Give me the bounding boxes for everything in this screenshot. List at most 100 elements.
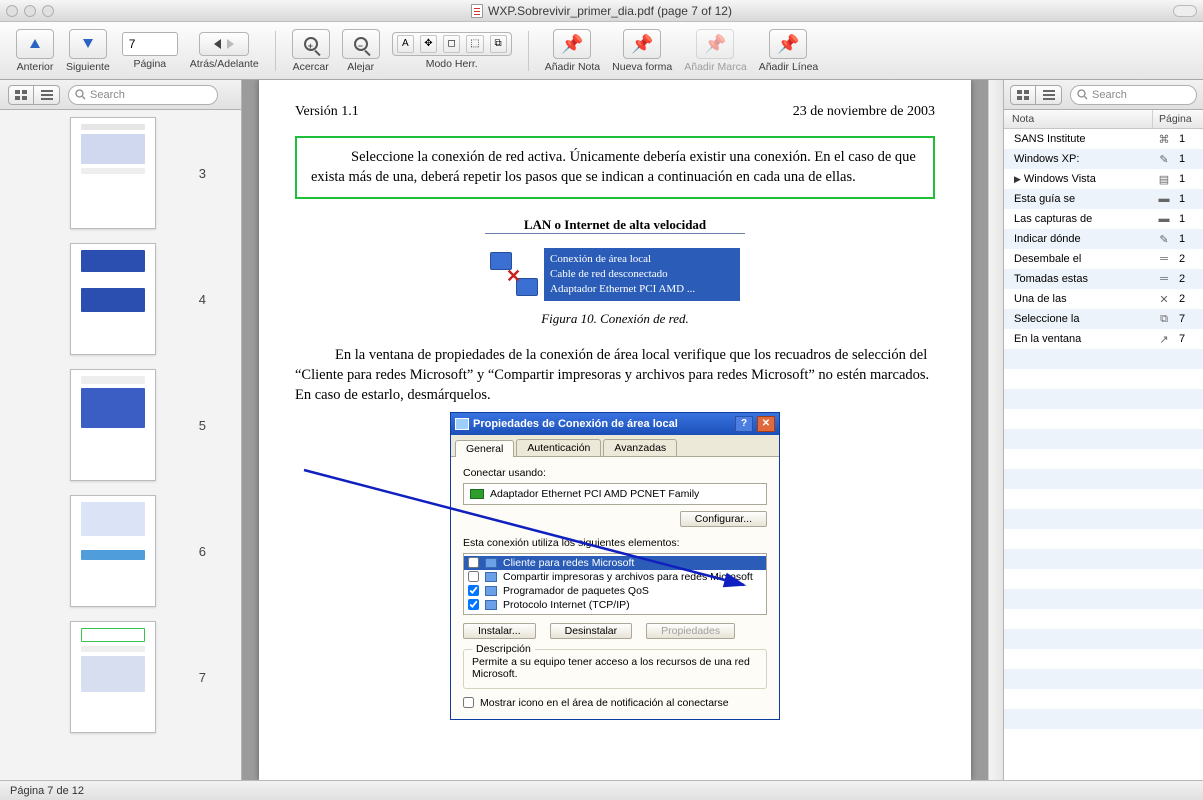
lasso-tool-button[interactable]: ⧉ bbox=[490, 35, 507, 53]
elements-list[interactable]: Cliente para redes Microsoft Compartir i… bbox=[463, 553, 767, 615]
paragraph-text: En la ventana de propiedades de la conex… bbox=[295, 347, 929, 404]
thumbnail-row[interactable]: 3 bbox=[0, 110, 241, 236]
add-note-button[interactable]: 📌 bbox=[553, 29, 591, 59]
tab-advanced[interactable]: Avanzadas bbox=[603, 439, 677, 456]
page-view-wrapper: Versión 1.1 23 de noviembre de 2003 Sele… bbox=[242, 80, 1003, 780]
tab-authentication[interactable]: Autenticación bbox=[516, 439, 601, 456]
annotation-row[interactable]: Desembale el═2 bbox=[1004, 249, 1203, 269]
page-thumbnail[interactable] bbox=[70, 117, 156, 229]
share-icon bbox=[485, 572, 497, 582]
thumbnail-list[interactable]: 3 4 5 6 7 bbox=[0, 110, 241, 780]
install-button[interactable]: Instalar... bbox=[463, 623, 536, 639]
close-window-button[interactable] bbox=[6, 5, 18, 17]
annotation-row[interactable]: Las capturas de▬1 bbox=[1004, 209, 1203, 229]
dialog-help-button[interactable]: ? bbox=[735, 416, 753, 432]
annotation-text: Indicar dónde bbox=[1004, 233, 1153, 245]
annotation-row[interactable]: Seleccione la⧉7 bbox=[1004, 309, 1203, 329]
page-thumbnail[interactable] bbox=[70, 369, 156, 481]
thumbnail-row[interactable]: 5 bbox=[0, 362, 241, 488]
annotation-row[interactable]: SANS Institute⌘1 bbox=[1004, 129, 1203, 149]
annotation-row[interactable]: Indicar dónde✎1 bbox=[1004, 229, 1203, 249]
annotations-list[interactable]: SANS Institute⌘1Windows XP:✎1▶Windows Vi… bbox=[1004, 129, 1203, 780]
element-checkbox[interactable] bbox=[468, 599, 479, 610]
list-icon bbox=[41, 90, 53, 100]
marquee-tool-button[interactable]: ◻ bbox=[443, 35, 460, 53]
page-number-input[interactable] bbox=[122, 32, 178, 56]
annotation-row[interactable]: ▶Windows Vista▤1 bbox=[1004, 169, 1203, 189]
description-group: Descripción Permite a su equipo tener ac… bbox=[463, 649, 767, 689]
element-row[interactable]: Cliente para redes Microsoft bbox=[464, 556, 766, 570]
element-checkbox[interactable] bbox=[468, 571, 479, 582]
annotation-type-icon: ▬ bbox=[1153, 193, 1175, 205]
new-shape-button[interactable]: 📌 bbox=[623, 29, 661, 59]
page-scrollbar[interactable] bbox=[988, 80, 1003, 780]
select-tool-button[interactable]: ⬚ bbox=[466, 35, 483, 53]
annotation-row-empty bbox=[1004, 469, 1203, 489]
element-row[interactable]: Programador de paquetes QoS bbox=[464, 584, 766, 598]
zoom-in-group: + Acercar bbox=[286, 22, 336, 79]
annotation-row[interactable]: Tomadas estas═2 bbox=[1004, 269, 1203, 289]
properties-button[interactable]: Propiedades bbox=[646, 623, 735, 639]
uninstall-button[interactable]: Desinstalar bbox=[550, 623, 633, 639]
add-line-button[interactable]: 📌 bbox=[769, 29, 807, 59]
annotations-grid-view-button[interactable] bbox=[1010, 85, 1036, 105]
page-thumbnail[interactable] bbox=[70, 243, 156, 355]
note-pin-icon: 📌 bbox=[561, 35, 583, 53]
annotation-row[interactable]: En la ventana↗7 bbox=[1004, 329, 1203, 349]
dialog-close-button[interactable]: ✕ bbox=[757, 416, 775, 432]
text-tool-button[interactable]: A bbox=[397, 35, 414, 53]
move-tool-button[interactable]: ✥ bbox=[420, 35, 437, 53]
column-header-page[interactable]: Página bbox=[1153, 110, 1203, 128]
annotation-type-icon: ✎ bbox=[1153, 153, 1175, 166]
annotation-type-icon: ✎ bbox=[1153, 233, 1175, 246]
forward-button[interactable] bbox=[227, 39, 234, 49]
network-connection-figure: ✕ Conexión de área local Cable de red de… bbox=[490, 248, 740, 301]
thumbnail-grid-view-button[interactable] bbox=[8, 85, 34, 105]
annotations-search-field[interactable]: Search bbox=[1070, 85, 1197, 105]
thumbnail-page-number: 7 bbox=[166, 670, 206, 685]
thumbnail-list-view-button[interactable] bbox=[34, 85, 60, 105]
zoom-in-button[interactable]: + bbox=[292, 29, 330, 59]
thumbnail-row[interactable]: 6 bbox=[0, 488, 241, 614]
annotation-row-empty bbox=[1004, 649, 1203, 669]
show-icon-checkbox[interactable] bbox=[463, 697, 474, 708]
line-pin-icon: 📌 bbox=[777, 35, 799, 53]
minimize-window-button[interactable] bbox=[24, 5, 36, 17]
element-row[interactable]: Protocolo Internet (TCP/IP) bbox=[464, 598, 766, 612]
previous-page-button[interactable] bbox=[16, 29, 54, 59]
annotation-type-icon: ✕ bbox=[1153, 293, 1175, 306]
toolbar-toggle-button[interactable] bbox=[1173, 5, 1197, 17]
thumbnail-search-field[interactable]: Search bbox=[68, 85, 218, 105]
annotations-list-view-button[interactable] bbox=[1036, 85, 1062, 105]
annotation-row[interactable]: Esta guía se▬1 bbox=[1004, 189, 1203, 209]
page-thumbnail[interactable] bbox=[70, 621, 156, 733]
column-header-note[interactable]: Nota bbox=[1004, 110, 1153, 128]
element-checkbox[interactable] bbox=[468, 585, 479, 596]
page-view[interactable]: Versión 1.1 23 de noviembre de 2003 Sele… bbox=[242, 80, 988, 780]
zoom-window-button[interactable] bbox=[42, 5, 54, 17]
annotation-text: Windows XP: bbox=[1004, 153, 1153, 165]
element-checkbox[interactable] bbox=[468, 557, 479, 568]
element-row[interactable]: Compartir impresoras y archivos para red… bbox=[464, 570, 766, 584]
properties-dialog: Propiedades de Conexión de área local ? … bbox=[450, 412, 780, 720]
annotation-type-icon: ↗ bbox=[1153, 333, 1175, 346]
status-bar: Página 7 de 12 bbox=[0, 780, 1203, 800]
thumbnail-row[interactable]: 4 bbox=[0, 236, 241, 362]
annotation-row-empty bbox=[1004, 689, 1203, 709]
back-button[interactable] bbox=[214, 39, 221, 49]
page-thumbnail[interactable] bbox=[70, 495, 156, 607]
tab-general[interactable]: General bbox=[455, 440, 514, 457]
zoom-out-button[interactable]: − bbox=[342, 29, 380, 59]
add-mark-label: Añadir Marca bbox=[684, 61, 746, 73]
elements-label: Esta conexión utiliza los siguientes ele… bbox=[463, 537, 767, 549]
thumbnail-row[interactable]: 7 bbox=[0, 614, 241, 740]
shape-pin-icon: 📌 bbox=[631, 35, 653, 53]
previous-page-group: Anterior bbox=[10, 22, 60, 79]
next-page-button[interactable] bbox=[69, 29, 107, 59]
annotation-row[interactable]: Windows XP:✎1 bbox=[1004, 149, 1203, 169]
adapter-icon bbox=[470, 489, 484, 499]
annotation-text: Esta guía se bbox=[1004, 193, 1153, 205]
configure-button[interactable]: Configurar... bbox=[680, 511, 767, 527]
annotation-row[interactable]: Una de las✕2 bbox=[1004, 289, 1203, 309]
adapter-field: Adaptador Ethernet PCI AMD PCNET Family bbox=[463, 483, 767, 505]
